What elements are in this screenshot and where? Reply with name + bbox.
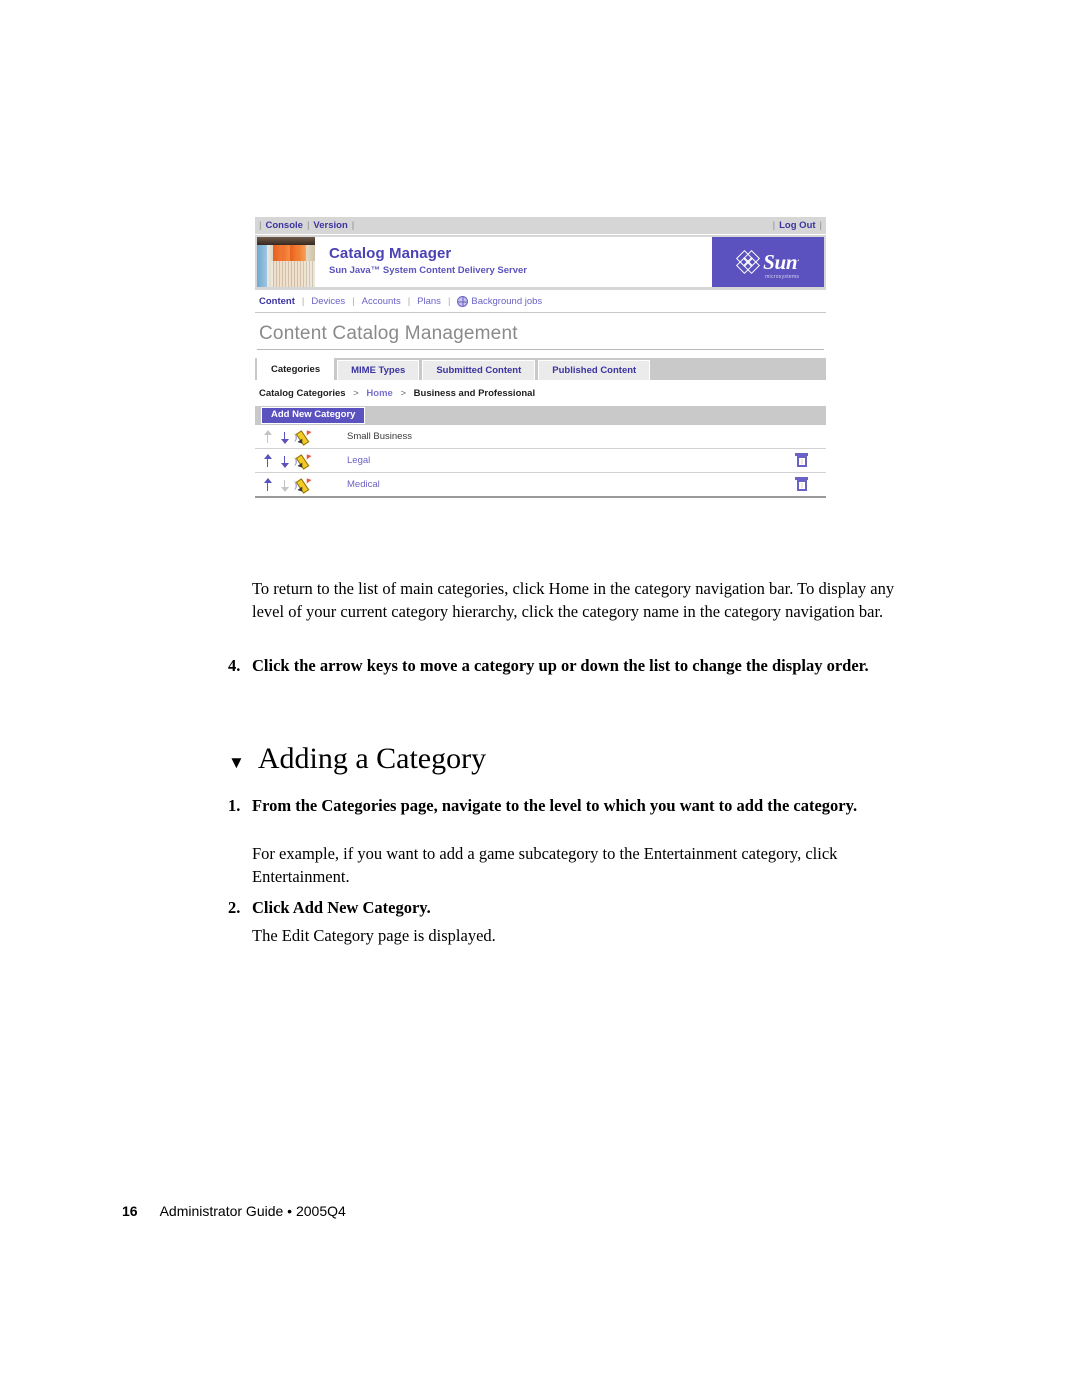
breadcrumb-current: Business and Professional (413, 388, 536, 399)
utility-separator: | (819, 220, 822, 231)
product-subtitle: Sun Java™ System Content Delivery Server (329, 265, 528, 276)
utility-bar-right: | Log Out | (769, 220, 826, 231)
module-navigation: Content | Devices | Accounts | Plans | B… (255, 290, 826, 313)
breadcrumb-separator: > (353, 388, 359, 399)
utility-separator: | (259, 220, 262, 231)
utility-separator: | (351, 220, 355, 231)
step-4: 4. Click the arrow keys to move a catego… (228, 655, 904, 678)
nav-item-accounts[interactable]: Accounts (362, 296, 401, 307)
sun-logo: Sun. microsystems (712, 237, 824, 287)
application-screenshot: | Console | Version | | Log Out | Catalo… (255, 217, 826, 498)
nav-item-background-jobs[interactable]: Background jobs (471, 296, 542, 307)
nav-separator: | (407, 296, 411, 307)
move-down-icon[interactable] (280, 430, 289, 444)
product-title: Catalog Manager (329, 245, 452, 262)
sun-microsystems-text: microsystems (765, 273, 800, 280)
body-paragraph-3: The Edit Category page is displayed. (252, 926, 496, 945)
sun-wordmark: Sun. microsystems (763, 249, 799, 279)
step-2: 2. Click Add New Category. (228, 897, 904, 920)
move-up-icon[interactable] (263, 454, 272, 467)
book-pages (271, 261, 315, 287)
breadcrumb-link-home[interactable]: Home (366, 388, 392, 399)
action-toolbar: Add New Category (255, 406, 826, 425)
sun-trademark: . (797, 253, 799, 263)
table-row: ) Small Business (255, 425, 826, 449)
book-spine (257, 245, 267, 287)
banner-title-block: Catalog Manager Sun Java™ System Content… (315, 237, 712, 287)
breadcrumb-root: Catalog Categories (259, 388, 346, 399)
edit-pencil-icon[interactable]: ) (294, 452, 312, 470)
console-link[interactable]: Console (265, 220, 302, 231)
nav-separator: | (447, 296, 451, 307)
move-up-icon (263, 430, 272, 443)
globe-icon (457, 296, 469, 307)
nav-item-devices[interactable]: Devices (311, 296, 345, 307)
tab-published-content[interactable]: Published Content (538, 360, 651, 380)
table-row: ) Medical (255, 473, 826, 498)
move-down-icon (280, 478, 289, 492)
page-number: 16 (122, 1203, 138, 1219)
page-footer: 16 Administrator Guide • 2005Q4 (122, 1203, 346, 1219)
breadcrumb: Catalog Categories > Home > Business and… (255, 380, 826, 406)
app-banner: Catalog Manager Sun Java™ System Content… (255, 235, 826, 290)
sun-wordmark-text: Sun (763, 249, 798, 274)
footer-text: Administrator Guide • 2005Q4 (159, 1203, 346, 1219)
category-list: ) Small Business ) Legal) Medical (255, 425, 826, 498)
tab-submitted-content[interactable]: Submitted Content (422, 360, 536, 380)
delete-trash-icon[interactable] (795, 453, 808, 468)
utility-bar-left: | Console | Version | (255, 220, 358, 231)
utility-separator: | (306, 220, 310, 231)
section-heading: ▼ Adding a Category (228, 742, 486, 776)
category-name: Small Business (347, 431, 412, 442)
table-row: ) Legal (255, 449, 826, 473)
nav-item-plans[interactable]: Plans (417, 296, 441, 307)
row-controls: ) (263, 476, 325, 494)
tab-categories[interactable]: Categories (257, 358, 335, 380)
add-new-category-button[interactable]: Add New Category (261, 407, 366, 424)
nav-separator: | (352, 296, 355, 307)
breadcrumb-separator: > (400, 388, 407, 399)
step-number: 2. (228, 898, 241, 917)
delete-trash-icon[interactable] (795, 477, 808, 492)
version-link[interactable]: Version (313, 220, 347, 231)
log-out-link[interactable]: Log Out (779, 220, 815, 231)
step-text: Click the arrow keys to move a category … (252, 656, 869, 675)
heading-divider (257, 349, 824, 350)
bookshelf-photo (257, 237, 315, 287)
tab-mime-types[interactable]: MIME Types (337, 360, 420, 380)
step-1: 1. From the Categories page, navigate to… (228, 795, 904, 818)
sun-diamond-icon (733, 246, 764, 277)
move-up-icon[interactable] (263, 478, 272, 491)
step-number: 1. (228, 796, 241, 815)
nav-item-content[interactable]: Content (259, 296, 295, 307)
page-title: Content Catalog Management (259, 323, 518, 344)
body-paragraph-1: To return to the list of main categories… (252, 579, 895, 621)
category-name-link[interactable]: Medical (325, 479, 795, 490)
row-controls: ) (263, 428, 325, 446)
body-paragraph-2: For example, if you want to add a game s… (252, 844, 838, 886)
edit-pencil-icon[interactable]: ) (294, 428, 312, 446)
triangle-marker-icon: ▼ (228, 753, 245, 772)
step-number: 4. (228, 656, 241, 675)
utility-bar: | Console | Version | | Log Out | (255, 217, 826, 235)
step-text: Click Add New Category. (252, 898, 431, 917)
edit-pencil-icon[interactable]: ) (294, 476, 312, 494)
tab-bar: Categories MIME Types Submitted Content … (255, 358, 826, 380)
section-heading-title: Adding a Category (257, 742, 487, 775)
step-text: From the Categories page, navigate to th… (252, 796, 858, 815)
move-down-icon[interactable] (280, 454, 289, 468)
category-name-link[interactable]: Legal (325, 455, 795, 466)
utility-separator: | (772, 220, 776, 231)
nav-separator: | (301, 296, 305, 307)
row-controls: ) (263, 452, 325, 470)
